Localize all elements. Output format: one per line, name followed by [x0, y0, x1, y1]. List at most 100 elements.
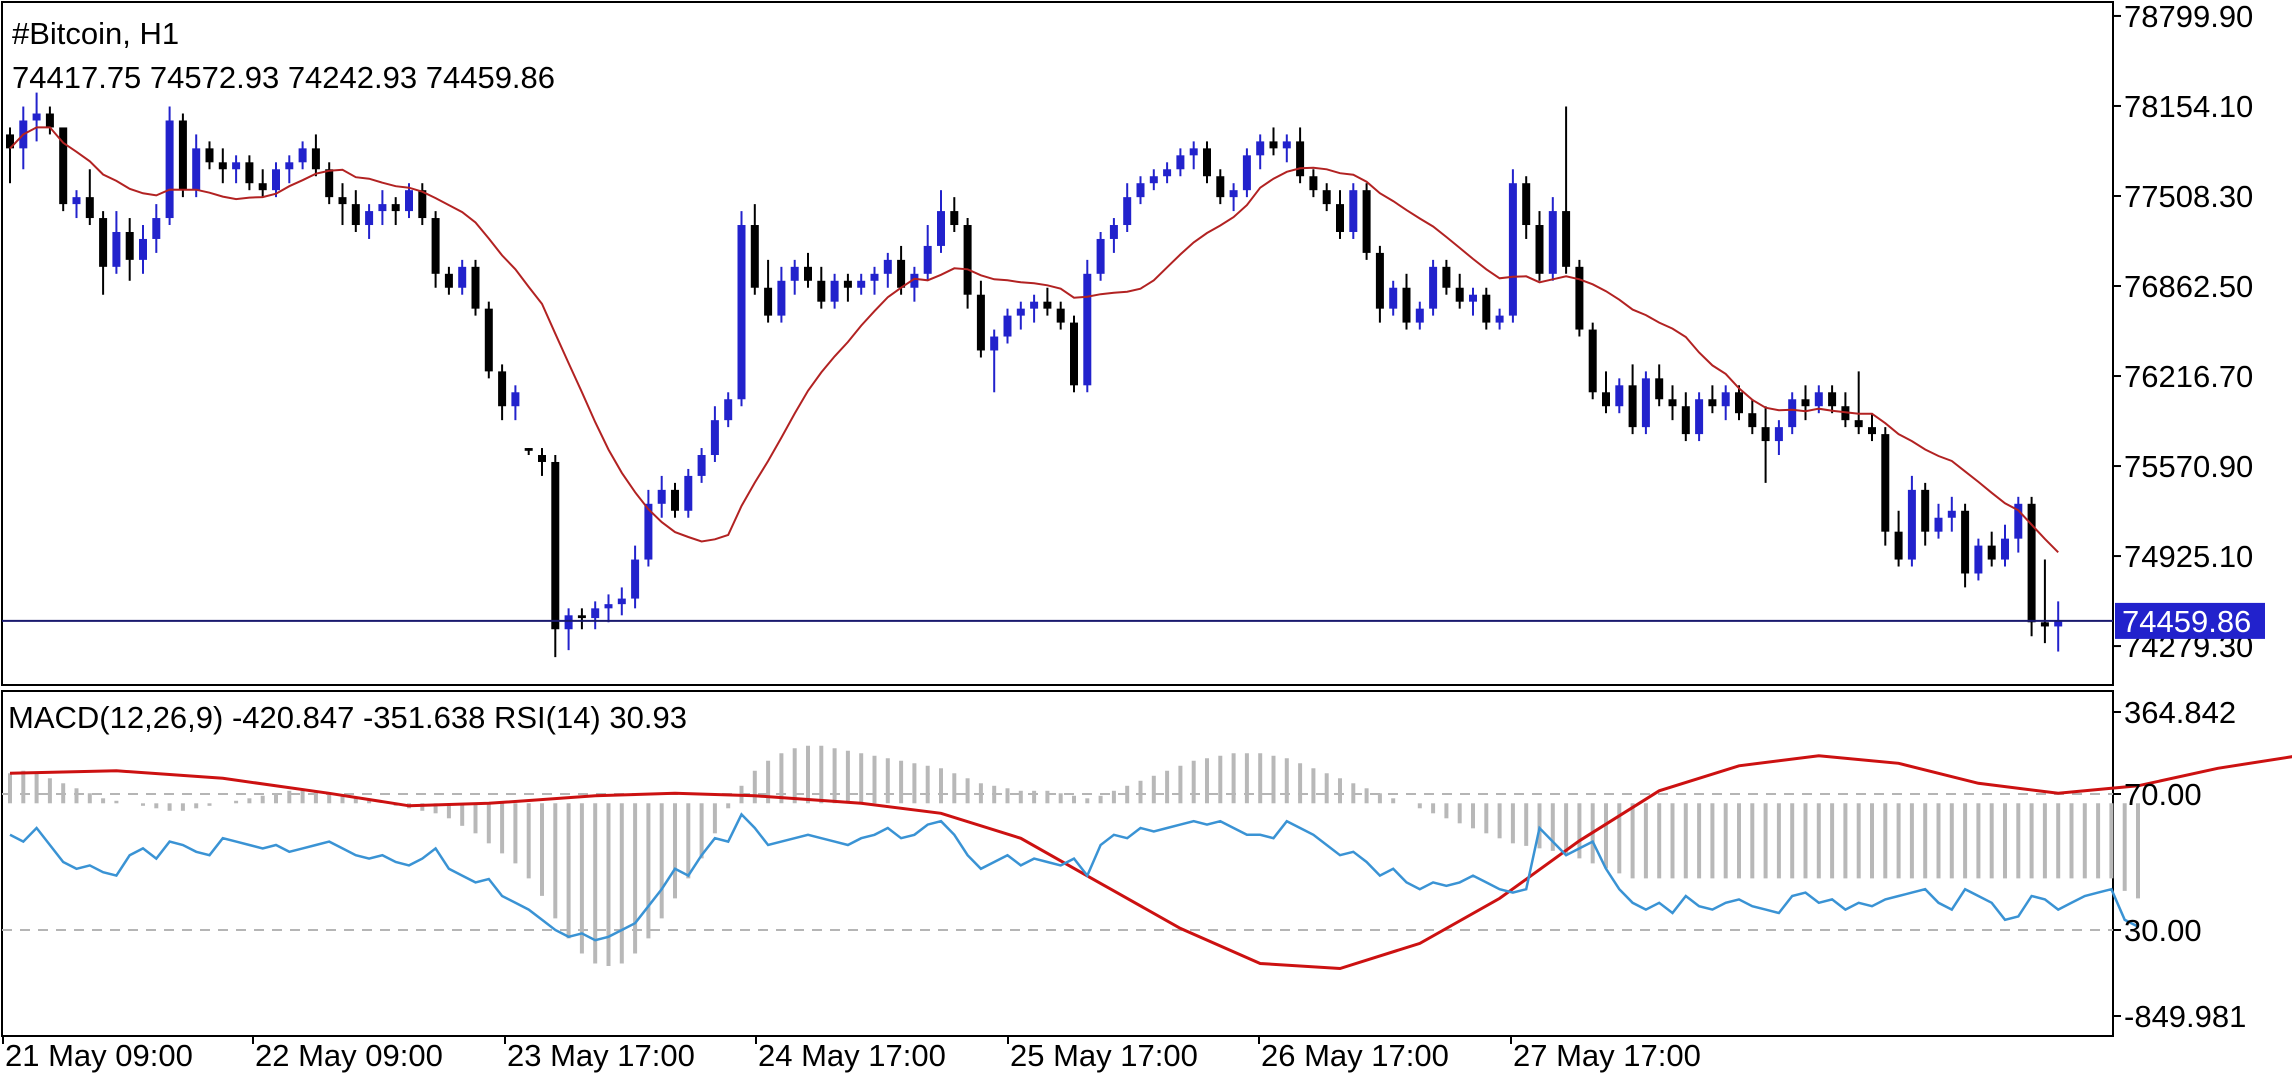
candle-body	[604, 604, 613, 609]
candle-body	[1814, 392, 1823, 407]
candle-body	[1934, 517, 1943, 532]
candle-body	[1628, 385, 1637, 428]
candle-body	[298, 148, 307, 163]
candle-body	[458, 266, 467, 288]
time-axis[interactable]: 21 May 09:00 22 May 09:00 23 May 17:00 24 M…	[2, 1036, 1701, 1073]
candle-body	[85, 197, 94, 219]
candle-body	[125, 231, 134, 260]
candle-body	[378, 204, 387, 212]
candle-body	[205, 148, 214, 163]
candle-body	[32, 113, 41, 121]
candle-body	[1136, 183, 1145, 198]
candle-body	[1402, 287, 1411, 323]
candle-body	[963, 225, 972, 295]
price-axis-label: 76862.50	[2124, 269, 2253, 304]
candle-body	[1455, 287, 1464, 302]
candle-body	[1602, 392, 1610, 407]
candle-body	[724, 399, 733, 421]
candle-body	[1096, 238, 1105, 274]
candle-body	[1309, 176, 1318, 191]
candle-body	[1296, 141, 1305, 177]
candle-body	[72, 197, 81, 205]
candle-body	[1030, 301, 1039, 309]
candle-body	[165, 120, 174, 219]
candle-body	[1668, 399, 1677, 407]
candle-body	[391, 204, 400, 212]
candle-body	[697, 455, 706, 476]
candle-body	[418, 190, 427, 219]
candle-body	[1389, 287, 1398, 309]
candle-body	[538, 455, 546, 462]
candle-body	[1894, 531, 1903, 560]
candle-body	[1070, 322, 1078, 386]
candle-body	[1655, 378, 1664, 400]
current-price-tag: 74459.86	[2115, 602, 2265, 639]
candle-body	[750, 225, 759, 288]
candle-body	[1562, 211, 1571, 267]
candle-body	[1508, 183, 1517, 316]
candle-body	[1522, 183, 1531, 226]
candle-body	[192, 148, 201, 191]
candle-body	[232, 162, 241, 170]
candle-body	[1854, 420, 1863, 428]
candle-body	[112, 231, 121, 267]
candle-body	[1176, 155, 1185, 170]
candle-body	[1322, 190, 1331, 205]
candle-body	[152, 218, 161, 239]
candle-body	[1056, 308, 1065, 323]
chart-root: 78799.90 78154.10 77508.30 76862.50 76216.70…	[0, 0, 2292, 1080]
candle-body	[351, 204, 360, 226]
candle-body	[498, 371, 507, 407]
candle-body	[657, 489, 666, 504]
candle-body	[1109, 225, 1118, 239]
candle-body	[524, 448, 533, 451]
candle-body	[1203, 148, 1211, 177]
candle-body	[1282, 141, 1291, 149]
candle-body	[937, 211, 945, 246]
candle-body	[1828, 392, 1837, 407]
candle-body	[511, 392, 520, 407]
candle-body	[857, 280, 866, 288]
candle-body	[710, 420, 719, 456]
candle-body	[617, 598, 626, 605]
candle-body	[990, 336, 999, 351]
candle-body	[272, 169, 280, 191]
candle-body	[737, 225, 746, 400]
candle-body	[1987, 545, 1996, 560]
candle-body	[311, 148, 320, 170]
candle-body	[2001, 538, 2009, 560]
candle-body	[1615, 385, 1624, 407]
candle-body	[484, 308, 493, 372]
time-axis-label: 22 May 09:00	[255, 1038, 443, 1073]
candle-body	[258, 183, 267, 191]
time-axis-label: 25 May 17:00	[1010, 1038, 1198, 1073]
candle-body	[1269, 141, 1278, 149]
candle-body	[883, 259, 892, 274]
candle-body	[1681, 406, 1690, 435]
candle-body	[99, 218, 108, 267]
candle-body	[1735, 392, 1743, 414]
candle-body	[1429, 266, 1438, 309]
candle-body	[817, 280, 826, 302]
candle-body	[1415, 308, 1424, 323]
candle-body	[1016, 308, 1025, 316]
candle-body	[1788, 399, 1797, 428]
time-axis-label: 27 May 17:00	[1513, 1038, 1701, 1073]
candle-body	[405, 190, 413, 212]
symbol-title: #Bitcoin, H1	[12, 16, 180, 51]
candle-body	[139, 238, 147, 260]
indicator-axis-label: 364.842	[2124, 695, 2236, 730]
candle-body	[1083, 273, 1092, 386]
candle-body	[804, 266, 812, 281]
candle-body	[1362, 190, 1371, 253]
candle-body	[1881, 434, 1890, 532]
candle-body	[631, 559, 640, 599]
candle-body	[1189, 148, 1198, 156]
candle-body	[976, 294, 985, 351]
indicator-readout: MACD(12,26,9) -420.847 -351.638 RSI(14) …	[8, 700, 687, 735]
candle-body	[1375, 252, 1384, 309]
candle-body	[870, 273, 879, 281]
time-axis-label: 24 May 17:00	[758, 1038, 946, 1073]
candle-body	[1748, 413, 1757, 428]
candle-body	[1588, 329, 1597, 393]
